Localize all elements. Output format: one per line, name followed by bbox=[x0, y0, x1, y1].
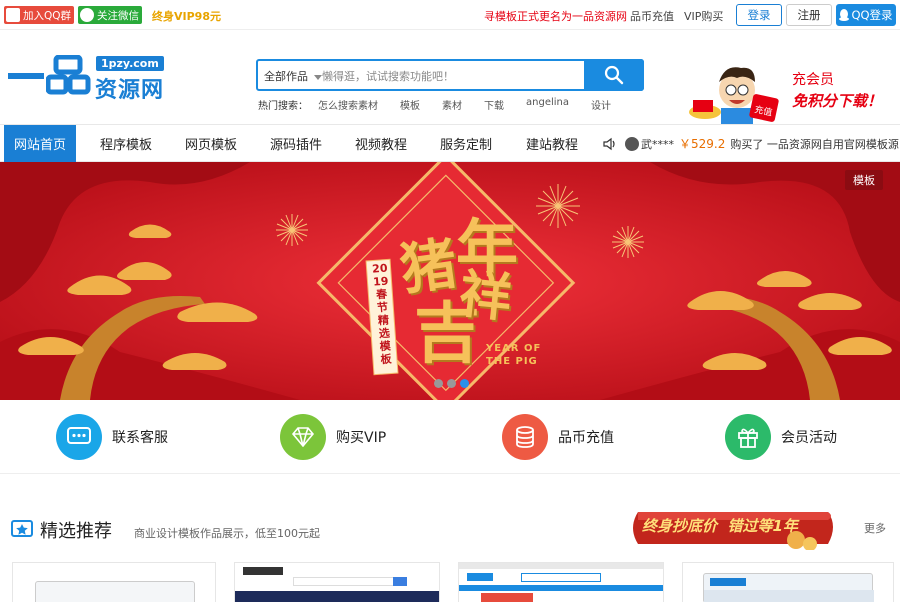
coin-recharge-link[interactable]: 品币充值 bbox=[630, 8, 674, 24]
hero-banner[interactable]: 2019春节精选模板 猪 年 吉 祥 YEAR OF THE PIG bbox=[0, 162, 900, 400]
search-button[interactable] bbox=[584, 59, 644, 91]
nav-video-tutorials[interactable]: 视频教程 bbox=[345, 125, 417, 162]
qq-icon bbox=[6, 8, 20, 22]
banner-tag[interactable]: 模板 bbox=[845, 170, 883, 190]
coin-stack-icon bbox=[502, 414, 548, 460]
register-label: 注册 bbox=[797, 8, 821, 22]
carousel-dot-active[interactable] bbox=[460, 379, 469, 388]
hot-search-item[interactable]: 下载 bbox=[484, 97, 504, 112]
logo-name: 资源网 bbox=[95, 78, 165, 103]
section-subtitle: 商业设计模板作品展示，低至100元起 bbox=[134, 527, 320, 540]
lifetime-price-text: 终身抄底价 错过等1年 bbox=[642, 517, 798, 535]
ticker-price: ￥529.2 bbox=[679, 137, 726, 151]
template-card[interactable] bbox=[234, 562, 440, 602]
hot-search-item[interactable]: 素材 bbox=[442, 97, 462, 112]
qq-group-label: 加入QQ群 bbox=[23, 9, 72, 22]
template-card[interactable] bbox=[682, 562, 894, 602]
chevron-down-icon bbox=[314, 74, 322, 80]
nav-label: 网站首页 bbox=[13, 138, 66, 153]
hot-search-label: 热门搜索： bbox=[258, 101, 308, 112]
wechat-icon bbox=[80, 8, 94, 22]
ticker-user: 武**** bbox=[641, 137, 674, 151]
logo-pin-glyph bbox=[46, 55, 91, 95]
logo-dash bbox=[8, 73, 44, 79]
search-icon bbox=[604, 65, 624, 85]
nav-label: 程序模板 bbox=[99, 138, 152, 153]
nav-custom-service[interactable]: 服务定制 bbox=[430, 125, 502, 162]
vip-buy-link[interactable]: VIP购买 bbox=[684, 8, 723, 24]
carousel-dot[interactable] bbox=[447, 379, 456, 388]
nav-label: 视频教程 bbox=[354, 138, 407, 153]
template-card[interactable] bbox=[458, 562, 664, 602]
avatar bbox=[625, 136, 639, 151]
template-card[interactable] bbox=[12, 562, 216, 602]
banner-char-xiang: 祥 bbox=[456, 264, 515, 330]
card-thumbnail bbox=[235, 563, 439, 602]
banner-english: YEAR OF THE PIG bbox=[486, 343, 542, 367]
hot-search-item[interactable]: 怎么搜索素材 bbox=[318, 97, 378, 112]
login-label: 登录 bbox=[747, 8, 771, 22]
wechat-label: 关注微信 bbox=[97, 9, 139, 22]
service-label: 品币充值 bbox=[558, 430, 614, 446]
card-thumbnail bbox=[35, 581, 195, 602]
nav-label: 网页模板 bbox=[184, 138, 237, 153]
promo-line-1: 充会员 bbox=[792, 72, 834, 88]
promo-line-2: 免积分下载！ bbox=[792, 92, 883, 110]
search-category-label: 全部作品 bbox=[264, 70, 308, 83]
search-category-select[interactable]: 全部作品 bbox=[264, 68, 322, 84]
nav-source-plugins[interactable]: 源码插件 bbox=[260, 125, 332, 162]
service-contact[interactable]: 联系客服 bbox=[56, 414, 168, 460]
hot-search-item[interactable]: 模板 bbox=[400, 97, 420, 112]
lifetime-price-banner[interactable]: 终身抄底价 错过等1年 bbox=[628, 506, 838, 551]
service-label: 会员活动 bbox=[781, 430, 837, 446]
card-thumbnail bbox=[703, 573, 874, 602]
featured-cards bbox=[0, 562, 900, 602]
ticker-text[interactable]: 购买了 一品资源网自用官网模板源 bbox=[730, 136, 899, 152]
service-bar: 联系客服 购买VIP 品币充值 会员活动 bbox=[0, 400, 900, 474]
qq-penguin-icon bbox=[839, 9, 850, 21]
search-input[interactable] bbox=[322, 67, 572, 85]
top-bar: 加入QQ群 关注微信 终身VIP98元 寻模板正式更名为一品资源网 品币充值 V… bbox=[0, 0, 900, 30]
card-thumbnail bbox=[459, 563, 663, 602]
service-label: 购买VIP bbox=[336, 430, 387, 446]
logo-url: 1pzy.com bbox=[96, 56, 164, 71]
service-coin-recharge[interactable]: 品币充值 bbox=[502, 414, 614, 460]
nav-label: 服务定制 bbox=[439, 138, 492, 153]
service-member-events[interactable]: 会员活动 bbox=[725, 414, 837, 460]
carousel-dots bbox=[434, 379, 469, 388]
hot-search-item[interactable]: angelina bbox=[526, 97, 569, 112]
purchase-ticker: 武**** ￥529.2 购买了 一品资源网自用官网模板源 bbox=[603, 135, 899, 152]
rename-notice[interactable]: 寻模板正式更名为一品资源网 bbox=[484, 8, 627, 24]
lifetime-vip-link[interactable]: 终身VIP98元 bbox=[152, 8, 221, 24]
more-link[interactable]: 更多 bbox=[864, 520, 886, 536]
speaker-icon bbox=[603, 137, 615, 150]
qq-login-label: QQ登录 bbox=[851, 8, 893, 22]
login-button[interactable]: 登录 bbox=[736, 4, 782, 26]
nav-web-templates[interactable]: 网页模板 bbox=[175, 125, 247, 162]
qq-login-button[interactable]: QQ登录 bbox=[836, 4, 896, 26]
wechat-button[interactable]: 关注微信 bbox=[78, 6, 142, 24]
nav-site-tutorials[interactable]: 建站教程 bbox=[516, 125, 588, 162]
qq-group-button[interactable]: 加入QQ群 bbox=[4, 6, 75, 24]
main-nav: 网站首页 程序模板 网页模板 源码插件 视频教程 服务定制 建站教程 武****… bbox=[0, 124, 900, 162]
nav-home[interactable]: 网站首页 bbox=[4, 125, 76, 162]
featured-icon bbox=[11, 520, 33, 537]
hot-searches: 热门搜索： 怎么搜索素材 模板 素材 下载 angelina 设计 bbox=[258, 97, 633, 112]
nav-label: 建站教程 bbox=[525, 138, 578, 153]
service-buy-vip[interactable]: 购买VIP bbox=[280, 414, 386, 460]
carousel-dot[interactable] bbox=[434, 379, 443, 388]
section-title: 精选推荐 bbox=[40, 521, 112, 542]
register-button[interactable]: 注册 bbox=[786, 4, 832, 26]
service-label: 联系客服 bbox=[112, 430, 168, 446]
search-box: 全部作品 bbox=[256, 59, 644, 91]
nav-label: 源码插件 bbox=[269, 138, 322, 153]
chat-bubble-icon bbox=[56, 414, 102, 460]
diamond-icon bbox=[280, 414, 326, 460]
hot-search-item[interactable]: 设计 bbox=[591, 97, 611, 112]
nav-program-templates[interactable]: 程序模板 bbox=[90, 125, 162, 162]
gift-icon bbox=[725, 414, 771, 460]
